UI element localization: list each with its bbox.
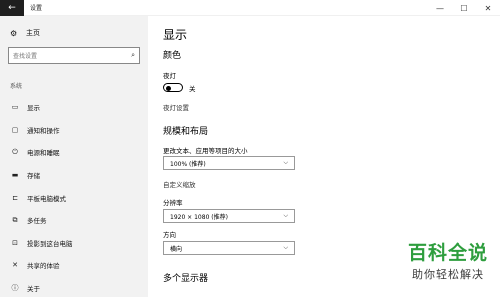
sidebar-nav: ▭ 显示 ▢ 通知和操作 ⏻ 电源和睡眠 ▬ 存储 ⊏ 平板电脑模式 ⧉ 多任务 ⊡ 投影到这台电脑 ✕ 共享… — [0, 96, 148, 297]
watermark-sub: 助你轻松解决 — [411, 268, 484, 281]
maximize-button[interactable]: ☐ — [452, 0, 476, 16]
sidebar-item-4[interactable]: ⊏ 平板电脑模式 — [0, 186, 148, 209]
night-light-toggle[interactable] — [163, 83, 183, 92]
sidebar-item-1[interactable]: ▢ 通知和操作 — [0, 119, 148, 142]
sidebar-item-label: 共享的体验 — [27, 262, 60, 271]
tablet-mode-icon: ⊏ — [12, 193, 18, 202]
minimize-button[interactable]: — — [428, 0, 452, 16]
search-placeholder: 查找设置 — [13, 53, 38, 60]
minimize-icon: — — [436, 3, 444, 13]
scale-value: 100% (推荐) — [170, 160, 206, 168]
sidebar-item-label: 多任务 — [27, 217, 47, 226]
sidebar-item-label: 存储 — [27, 172, 40, 181]
message-icon: ▢ — [11, 125, 19, 134]
sidebar-item-label: 通知和操作 — [27, 126, 60, 135]
info-icon: ⓘ — [11, 284, 19, 293]
storage-icon: ▬ — [11, 171, 19, 180]
sidebar-item-5[interactable]: ⧉ 多任务 — [0, 209, 148, 232]
watermark-main: 百科全说 — [407, 242, 488, 264]
chevron-down-icon: ⌵ — [283, 244, 288, 251]
watermark-logo: 百科全说 助你轻松解决 — [408, 238, 488, 282]
sidebar-item-2[interactable]: ⏻ 电源和睡眠 — [0, 141, 148, 164]
chevron-down-icon: ⌵ — [283, 159, 288, 166]
scale-label: 更改文本、应用等项目的大小 — [163, 147, 248, 155]
power-icon: ⏻ — [12, 147, 18, 156]
night-light-label: 夜灯 — [163, 72, 176, 80]
resolution-value: 1920 × 1080 (推荐) — [170, 213, 228, 221]
home-label: 主页 — [26, 29, 40, 37]
monitor-icon: ▭ — [11, 103, 19, 112]
shared-experience-icon: ✕ — [12, 261, 18, 270]
sidebar-item-8[interactable]: ⓘ 关于 — [0, 277, 148, 297]
sidebar: ⚙ 主页 查找设置 ⌕ 系统 ▭ 显示 ▢ 通知和操作 ⏻ 电源和睡眠 ▬ 存储 ⊏ 平板电脑模式… — [0, 16, 148, 297]
sidebar-item-3[interactable]: ▬ 存储 — [0, 164, 148, 187]
sidebar-section-label: 系统 — [10, 83, 23, 90]
close-icon: ✕ — [484, 3, 492, 13]
toggle-knob — [166, 85, 171, 91]
sidebar-item-label: 关于 — [27, 285, 40, 294]
sidebar-item-0[interactable]: ▭ 显示 — [0, 96, 148, 119]
multi-display-heading: 多个显示器 — [163, 274, 209, 284]
search-input[interactable]: 查找设置 ⌕ — [8, 47, 140, 64]
sidebar-item-label: 投影到这台电脑 — [27, 239, 73, 248]
orientation-dropdown[interactable]: 横向 ⌵ — [163, 241, 295, 255]
close-button[interactable]: ✕ — [476, 0, 500, 16]
gear-icon: ⚙ — [10, 28, 18, 38]
sidebar-item-home[interactable]: ⚙ 主页 — [10, 28, 40, 38]
back-arrow-icon: ← — [8, 2, 16, 13]
orientation-label: 方向 — [163, 231, 176, 239]
night-light-state: 关 — [189, 85, 196, 93]
projector-icon: ⊡ — [12, 238, 18, 247]
custom-scale-link[interactable]: 自定义缩放 — [163, 179, 196, 189]
search-icon: ⌕ — [131, 51, 135, 59]
title-bar: ← 设置 — ☐ ✕ — [0, 0, 500, 16]
night-light-settings-link[interactable]: 夜灯设置 — [163, 102, 189, 112]
multitask-icon: ⧉ — [12, 215, 18, 224]
window-controls: — ☐ ✕ — [428, 0, 500, 16]
maximize-icon: ☐ — [460, 3, 468, 13]
sidebar-item-label: 平板电脑模式 — [27, 194, 66, 203]
chevron-down-icon: ⌵ — [283, 212, 288, 219]
sidebar-item-6[interactable]: ⊡ 投影到这台电脑 — [0, 232, 148, 255]
back-button[interactable]: ← — [0, 0, 24, 16]
resolution-dropdown[interactable]: 1920 × 1080 (推荐) ⌵ — [163, 209, 295, 223]
page-title: 显示 — [163, 28, 188, 42]
sidebar-item-7[interactable]: ✕ 共享的体验 — [0, 254, 148, 277]
sidebar-item-label: 电源和睡眠 — [27, 149, 60, 158]
color-heading: 颜色 — [163, 51, 182, 61]
orientation-value: 横向 — [170, 245, 183, 253]
sidebar-item-label: 显示 — [27, 104, 40, 113]
window-title: 设置 — [30, 5, 43, 12]
scale-heading: 规模和布局 — [163, 127, 209, 137]
scale-dropdown[interactable]: 100% (推荐) ⌵ — [163, 156, 295, 170]
resolution-label: 分辨率 — [163, 199, 183, 207]
